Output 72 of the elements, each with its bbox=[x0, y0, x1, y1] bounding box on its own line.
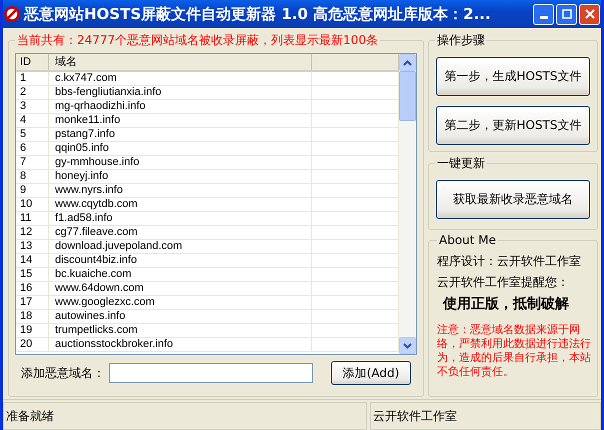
table-cell: bc.kuaiche.com bbox=[49, 268, 312, 281]
table-cell: 18 bbox=[16, 310, 49, 323]
table-cell: 2 bbox=[16, 86, 49, 99]
table-cell: www.64down.com bbox=[49, 282, 312, 295]
table-cell: 19 bbox=[16, 324, 49, 337]
table-cell: trumpetlicks.com bbox=[49, 324, 312, 337]
group-title: 当前共有：24777个恶意网站域名被收录屏蔽，列表显示最新100条 bbox=[16, 32, 380, 49]
group-title: 一键更新 bbox=[436, 155, 486, 172]
notice-text: 注意：恶意域名数据来源于网络，严禁利用此数据进行违法行为，造成的后果自行承担，本站不负任何责任。 bbox=[437, 323, 592, 379]
no-entry-icon bbox=[4, 6, 20, 22]
table-cell: 6 bbox=[16, 142, 49, 155]
table-cell: 10 bbox=[16, 198, 49, 211]
step-button[interactable]: 第二步，更新HOSTS文件 bbox=[436, 106, 590, 145]
table-cell: auctionsstockbroker.info bbox=[49, 338, 312, 351]
table-cell: 5 bbox=[16, 128, 49, 141]
column-header[interactable]: 域名 bbox=[49, 54, 312, 70]
table-cell: www.googlezxc.com bbox=[49, 296, 312, 309]
table-cell: c.kx747.com bbox=[49, 72, 312, 85]
table-cell: 17 bbox=[16, 296, 49, 309]
table-cell: autowines.info bbox=[49, 310, 312, 323]
status-text: 准备就绪 bbox=[3, 402, 367, 430]
table-cell: discount4biz.info bbox=[49, 254, 312, 267]
table-cell: gy-mmhouse.info bbox=[49, 156, 312, 169]
table-cell: download.juvepoland.com bbox=[49, 240, 312, 253]
table-cell: 12 bbox=[16, 226, 49, 239]
minimize-icon bbox=[540, 16, 548, 19]
slogan-text: 使用正版，抵制破解 bbox=[442, 295, 570, 313]
column-header[interactable]: ID bbox=[16, 54, 49, 70]
window-title: 恶意网站HOSTS屏蔽文件自动更新器 1.0 高危恶意网址库版本：2... bbox=[24, 4, 492, 24]
table-cell: monke11.info bbox=[49, 114, 312, 127]
table-cell: f1.ad58.info bbox=[49, 212, 312, 225]
minimize-button[interactable] bbox=[533, 4, 554, 24]
table-cell: 13 bbox=[16, 240, 49, 253]
scroll-down-button[interactable] bbox=[399, 337, 416, 354]
caret-down-icon bbox=[403, 342, 412, 348]
add-button[interactable]: 添加(Add) bbox=[331, 361, 411, 385]
table-cell: 20 bbox=[16, 338, 49, 351]
table-cell: 11 bbox=[16, 212, 49, 225]
table-cell: www.nyrs.info bbox=[49, 184, 312, 197]
group-title: 操作步骤 bbox=[436, 32, 486, 49]
about-text: 程序设计：云开软件工作室 bbox=[437, 253, 582, 270]
group-title: About Me bbox=[438, 233, 498, 247]
status-text: 云开软件工作室 bbox=[370, 402, 601, 430]
scroll-thumb[interactable] bbox=[399, 71, 416, 121]
domain-input-field[interactable] bbox=[109, 363, 313, 383]
scrollbar[interactable] bbox=[399, 54, 416, 354]
maximize-icon bbox=[562, 9, 572, 19]
table-cell: 8 bbox=[16, 170, 49, 183]
table-cell: cg77.fileave.com bbox=[49, 226, 312, 239]
step-button[interactable]: 第一步，生成HOSTS文件 bbox=[436, 57, 590, 96]
caret-up-icon bbox=[403, 60, 412, 66]
table-cell: bbs-fengliutianxia.info bbox=[49, 86, 312, 99]
table-cell: 1 bbox=[16, 72, 49, 85]
maximize-button[interactable] bbox=[556, 4, 577, 24]
table-cell: 3 bbox=[16, 100, 49, 113]
table-cell: 16 bbox=[16, 282, 49, 295]
table-cell: pstang7.info bbox=[49, 128, 312, 141]
table-cell: 14 bbox=[16, 254, 49, 267]
close-button[interactable] bbox=[579, 4, 600, 24]
table-cell: 7 bbox=[16, 156, 49, 169]
table-cell: 9 bbox=[16, 184, 49, 197]
table-cell: 15 bbox=[16, 268, 49, 281]
table-cell: qqin05.info bbox=[49, 142, 312, 155]
table-cell: 4 bbox=[16, 114, 49, 127]
close-icon bbox=[584, 9, 594, 19]
fetch-domains-button[interactable]: 获取最新收录恶意域名 bbox=[436, 180, 590, 219]
about-text: 云开软件工作室提醒您： bbox=[437, 274, 570, 291]
table-cell: www.cqytdb.com bbox=[49, 198, 312, 211]
table-cell: mg-qrhaodizhi.info bbox=[49, 100, 312, 113]
scroll-up-button[interactable] bbox=[399, 54, 416, 71]
add-domain-label: 添加恶意域名： bbox=[21, 364, 105, 382]
table-cell: honeyj.info bbox=[49, 170, 312, 183]
